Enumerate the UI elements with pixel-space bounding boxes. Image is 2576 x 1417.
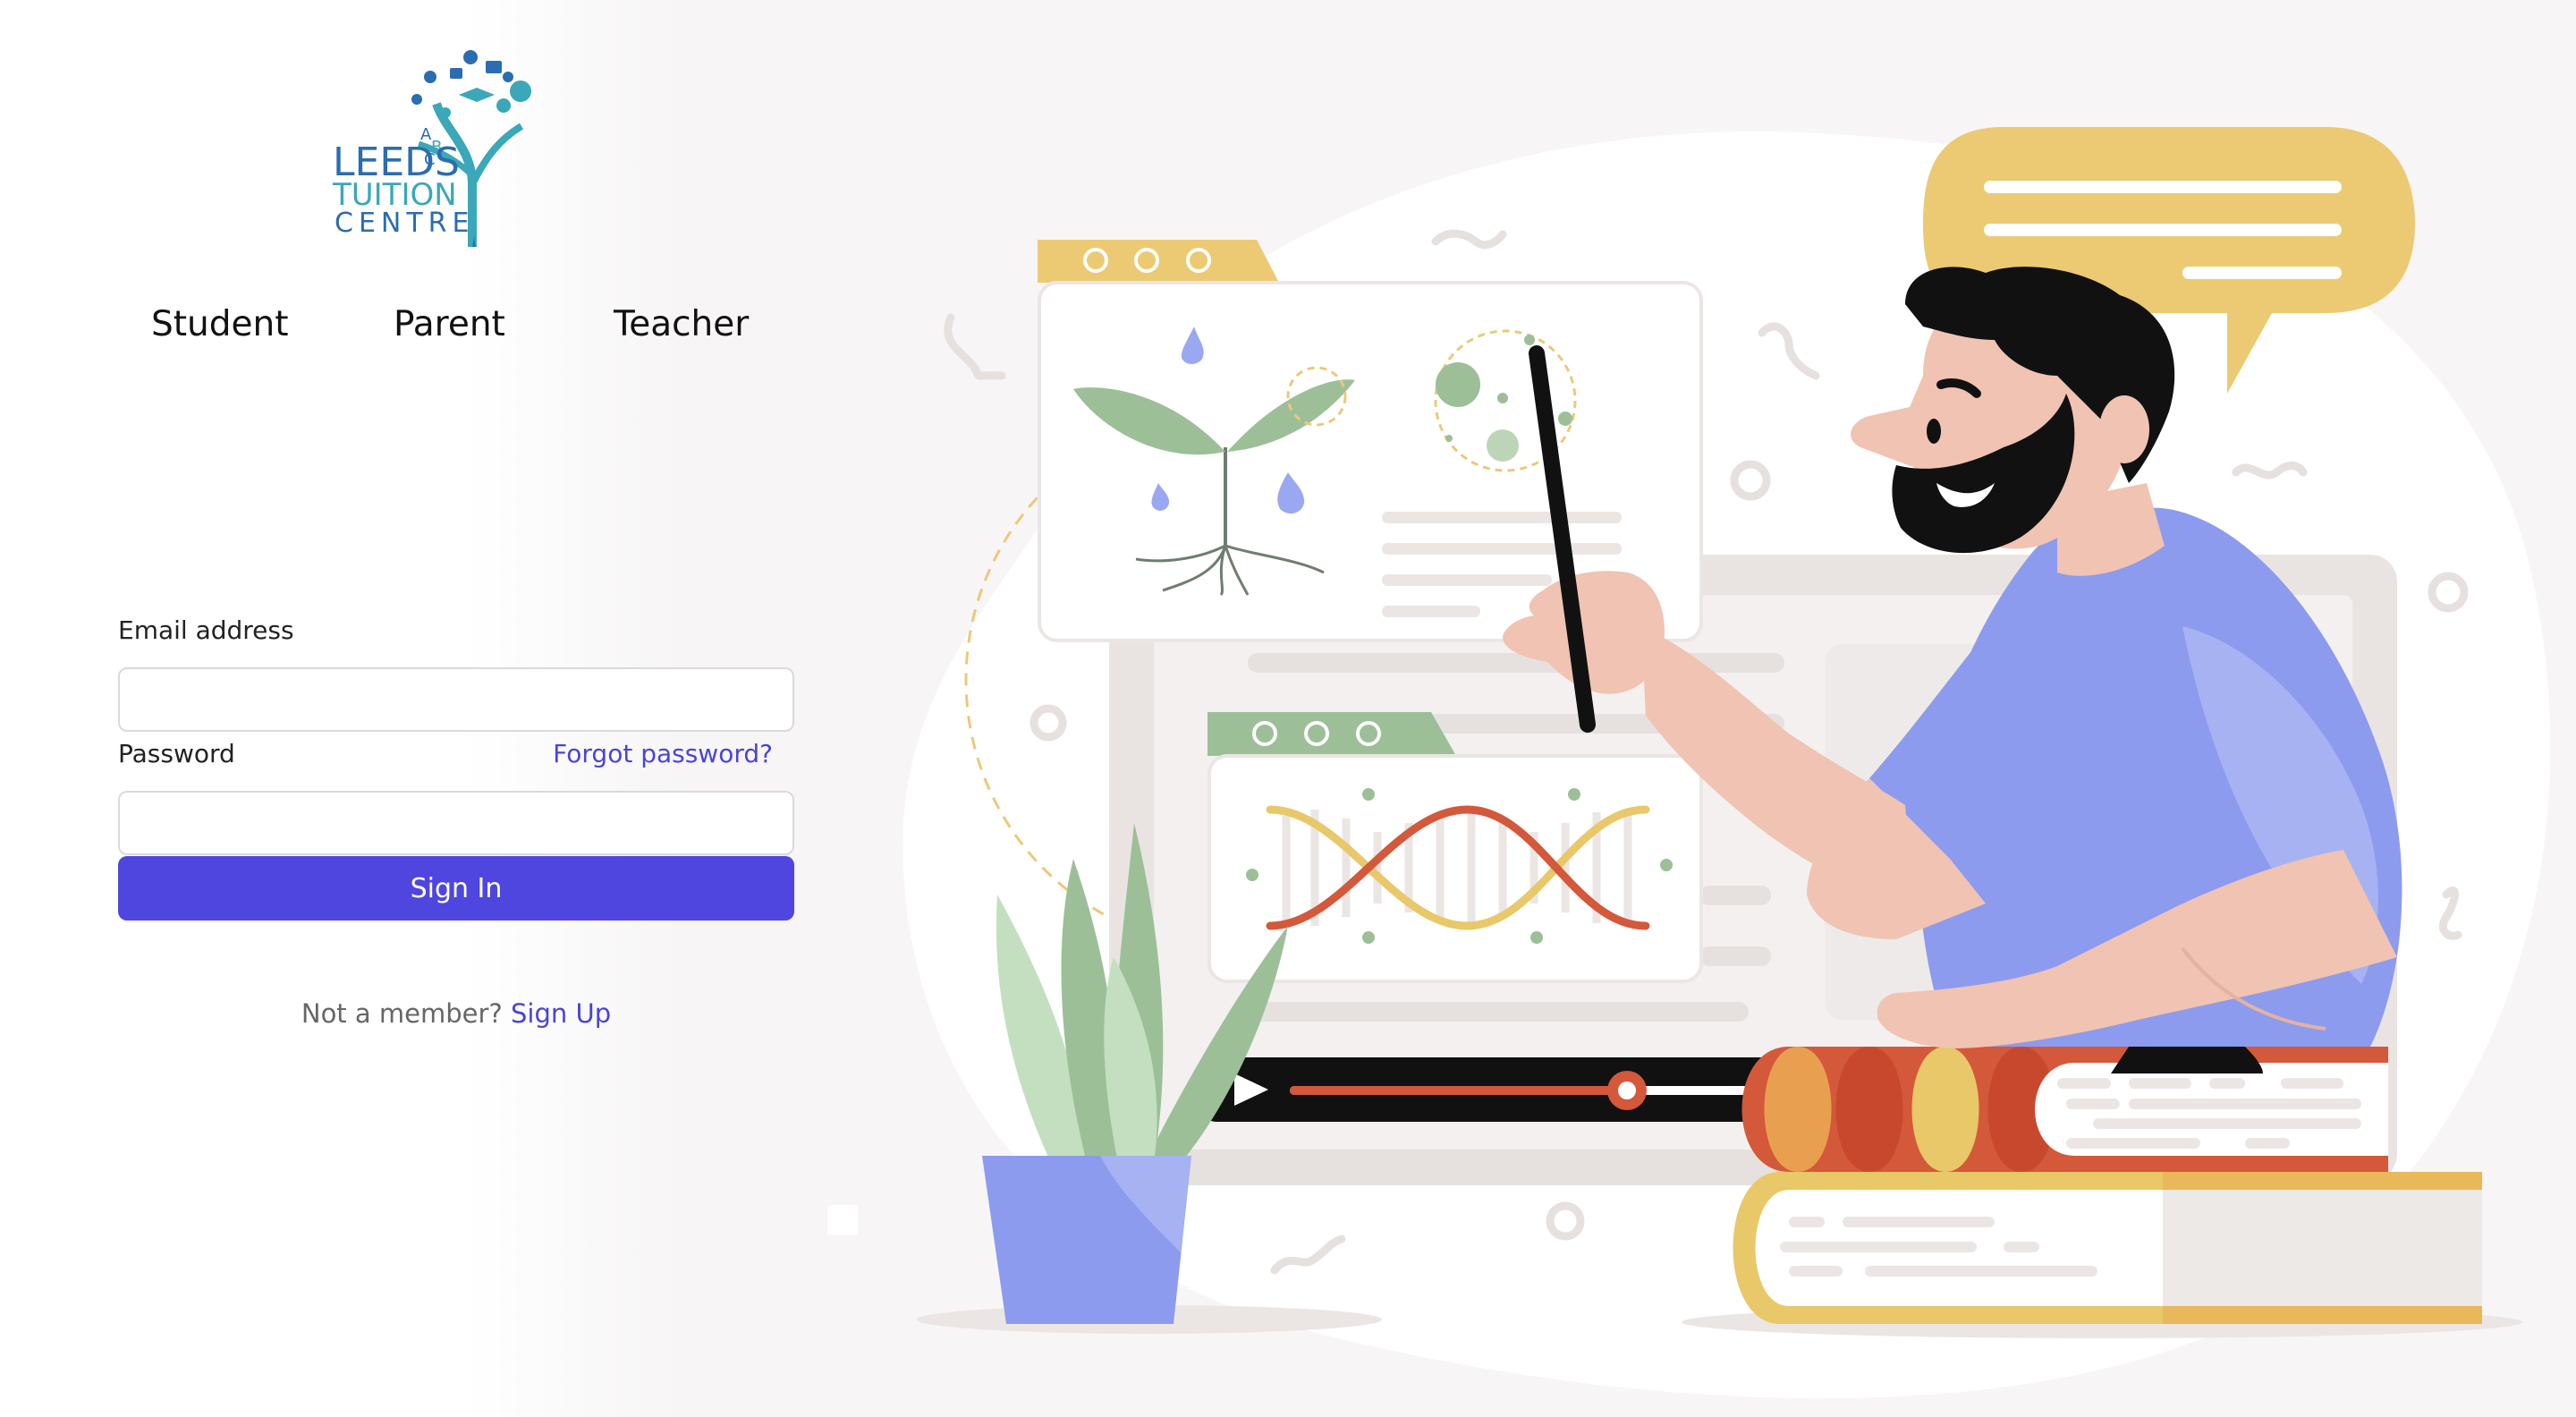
decorative-square — [827, 1205, 858, 1235]
signup-prompt: Not a member? Sign Up — [0, 998, 912, 1029]
brand-logo[interactable]: A B C LEEDS TUITION CENTRE — [320, 41, 535, 247]
member-prompt-text: Not a member? — [301, 998, 503, 1029]
email-field[interactable] — [118, 667, 794, 732]
tab-student[interactable]: Student — [151, 304, 289, 344]
password-field[interactable] — [118, 791, 794, 855]
video-player — [1203, 1057, 1820, 1122]
role-tabs: Student Parent Teacher — [0, 304, 832, 358]
sign-in-button[interactable]: Sign In — [118, 856, 794, 921]
tab-parent[interactable]: Parent — [394, 304, 505, 344]
email-label: Email address — [118, 615, 294, 645]
logo-line-3: CENTRE — [335, 208, 475, 239]
sign-up-link[interactable]: Sign Up — [511, 998, 611, 1029]
tab-teacher[interactable]: Teacher — [614, 304, 749, 344]
password-label: Password — [118, 739, 235, 768]
forgot-password-link[interactable]: Forgot password? — [553, 739, 773, 768]
